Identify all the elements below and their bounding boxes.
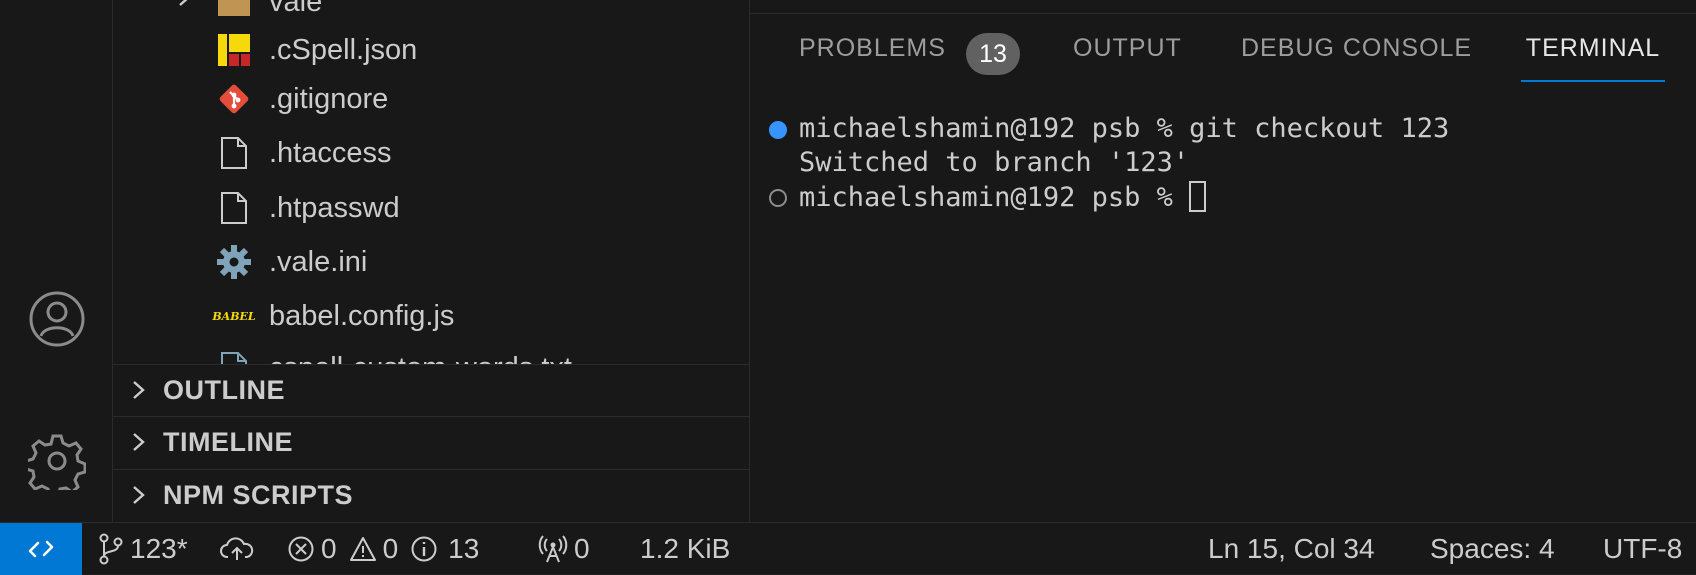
activity-bar (0, 0, 113, 522)
chevron-right-icon (133, 433, 145, 451)
chevron-right-icon[interactable] (173, 0, 195, 13)
bottom-panel: PROBLEMS 13 OUTPUT DEBUG CONSOLE TERMINA… (750, 0, 1696, 522)
warning-icon (349, 537, 376, 561)
branch-name: 123* (130, 533, 188, 564)
terminal-line: Switched to branch '123' (799, 147, 1190, 178)
info-count: 13 (448, 533, 480, 564)
file-name: .vale.ini (269, 245, 368, 278)
radio-tower-icon (538, 535, 568, 563)
command-pending-decoration (769, 189, 787, 207)
file-icon (216, 190, 252, 226)
encoding: UTF-8 (1603, 533, 1683, 564)
cursor-position-status[interactable]: Ln 15, Col 34 (1208, 523, 1375, 575)
error-icon (288, 536, 314, 562)
folder-icon (216, 0, 252, 20)
tab-terminal[interactable]: TERMINAL (1521, 34, 1665, 82)
section-title: NPM SCRIPTS (163, 480, 354, 510)
section-timeline[interactable]: TIMELINE (113, 416, 749, 468)
file-item-htpasswd[interactable]: .htpasswd (113, 182, 749, 234)
terminal-prompt: michaelshamin@192 psb % (799, 182, 1190, 213)
settings-gear-icon[interactable] (26, 430, 88, 492)
ports-count: 0 (574, 533, 590, 564)
command-success-decoration[interactable] (769, 121, 787, 139)
accounts-icon[interactable] (26, 288, 88, 350)
remote-indicator[interactable] (0, 523, 82, 575)
file-icon (216, 135, 252, 171)
file-item-vale-ini[interactable]: .vale.ini (113, 236, 749, 288)
problems-count-badge: 13 (966, 33, 1020, 75)
active-tab-indicator (1521, 80, 1665, 82)
section-title: TIMELINE (163, 427, 293, 457)
cursor-position: Ln 15, Col 34 (1208, 533, 1375, 564)
file-item-gitignore[interactable]: .gitignore (113, 73, 749, 125)
tab-output[interactable]: OUTPUT (1073, 34, 1182, 82)
file-name: .cSpell.json (269, 33, 418, 66)
file-name: .htpasswd (269, 191, 400, 224)
git-icon (216, 81, 252, 117)
tab-label: PROBLEMS (799, 34, 946, 62)
section-title: OUTLINE (163, 375, 285, 405)
error-count: 0 (321, 533, 337, 564)
indentation-status[interactable]: Spaces: 4 (1430, 523, 1555, 575)
babel-logo-text: BABEL (212, 309, 256, 323)
divider (750, 13, 1696, 14)
tab-label: OUTPUT (1073, 34, 1182, 62)
branch-status[interactable]: 123* (98, 523, 188, 575)
terminal-cursor (1189, 181, 1207, 212)
tab-label: DEBUG CONSOLE (1241, 34, 1473, 62)
file-name: babel.config.js (269, 299, 455, 332)
file-item-htaccess[interactable]: .htaccess (113, 127, 749, 179)
badge-count: 13 (979, 39, 1007, 68)
warning-count: 0 (382, 533, 399, 564)
file-item-cspell[interactable]: .cSpell.json (113, 24, 749, 76)
terminal-line: michaelshamin@192 psb % git checkout 123 (799, 113, 1450, 144)
tab-debug-console[interactable]: DEBUG CONSOLE (1241, 34, 1472, 82)
file-size: 1.2 KiB (640, 533, 731, 564)
file-item-babel-config[interactable]: BABEL babel.config.js (113, 290, 749, 342)
ports-status[interactable]: 0 (538, 523, 590, 575)
chevron-right-icon (133, 486, 145, 504)
section-npm-scripts[interactable]: NPM SCRIPTS (113, 469, 749, 521)
cloud-upload-icon (220, 537, 254, 560)
babel-icon: BABEL (212, 298, 255, 334)
section-outline[interactable]: OUTLINE (113, 364, 749, 416)
tab-problems[interactable]: PROBLEMS (799, 34, 946, 82)
tab-label: TERMINAL (1525, 34, 1661, 62)
sync-button[interactable] (219, 523, 261, 575)
file-name: vale (269, 0, 323, 18)
status-bar: 123* 0 0 13 0 1.2 KiB Ln 15, Col 34 Spac… (0, 522, 1696, 575)
terminal[interactable]: michaelshamin@192 psb % git checkout 123… (750, 100, 1696, 520)
file-name: .gitignore (269, 82, 389, 115)
file-size-status[interactable]: 1.2 KiB (640, 523, 730, 575)
git-branch-icon (99, 533, 123, 565)
indentation: Spaces: 4 (1430, 533, 1555, 564)
explorer-sidebar: vale .cSpell.json .gitignore .htaccess .… (113, 0, 750, 522)
problems-status[interactable]: 0 0 13 (287, 523, 479, 575)
gear-icon (216, 244, 252, 280)
file-name: .htaccess (269, 136, 392, 169)
cspell-icon (216, 32, 252, 68)
info-icon (411, 536, 437, 562)
chevron-right-icon (133, 381, 145, 399)
remote-icon (28, 540, 54, 558)
encoding-status[interactable]: UTF-8 (1603, 523, 1682, 575)
